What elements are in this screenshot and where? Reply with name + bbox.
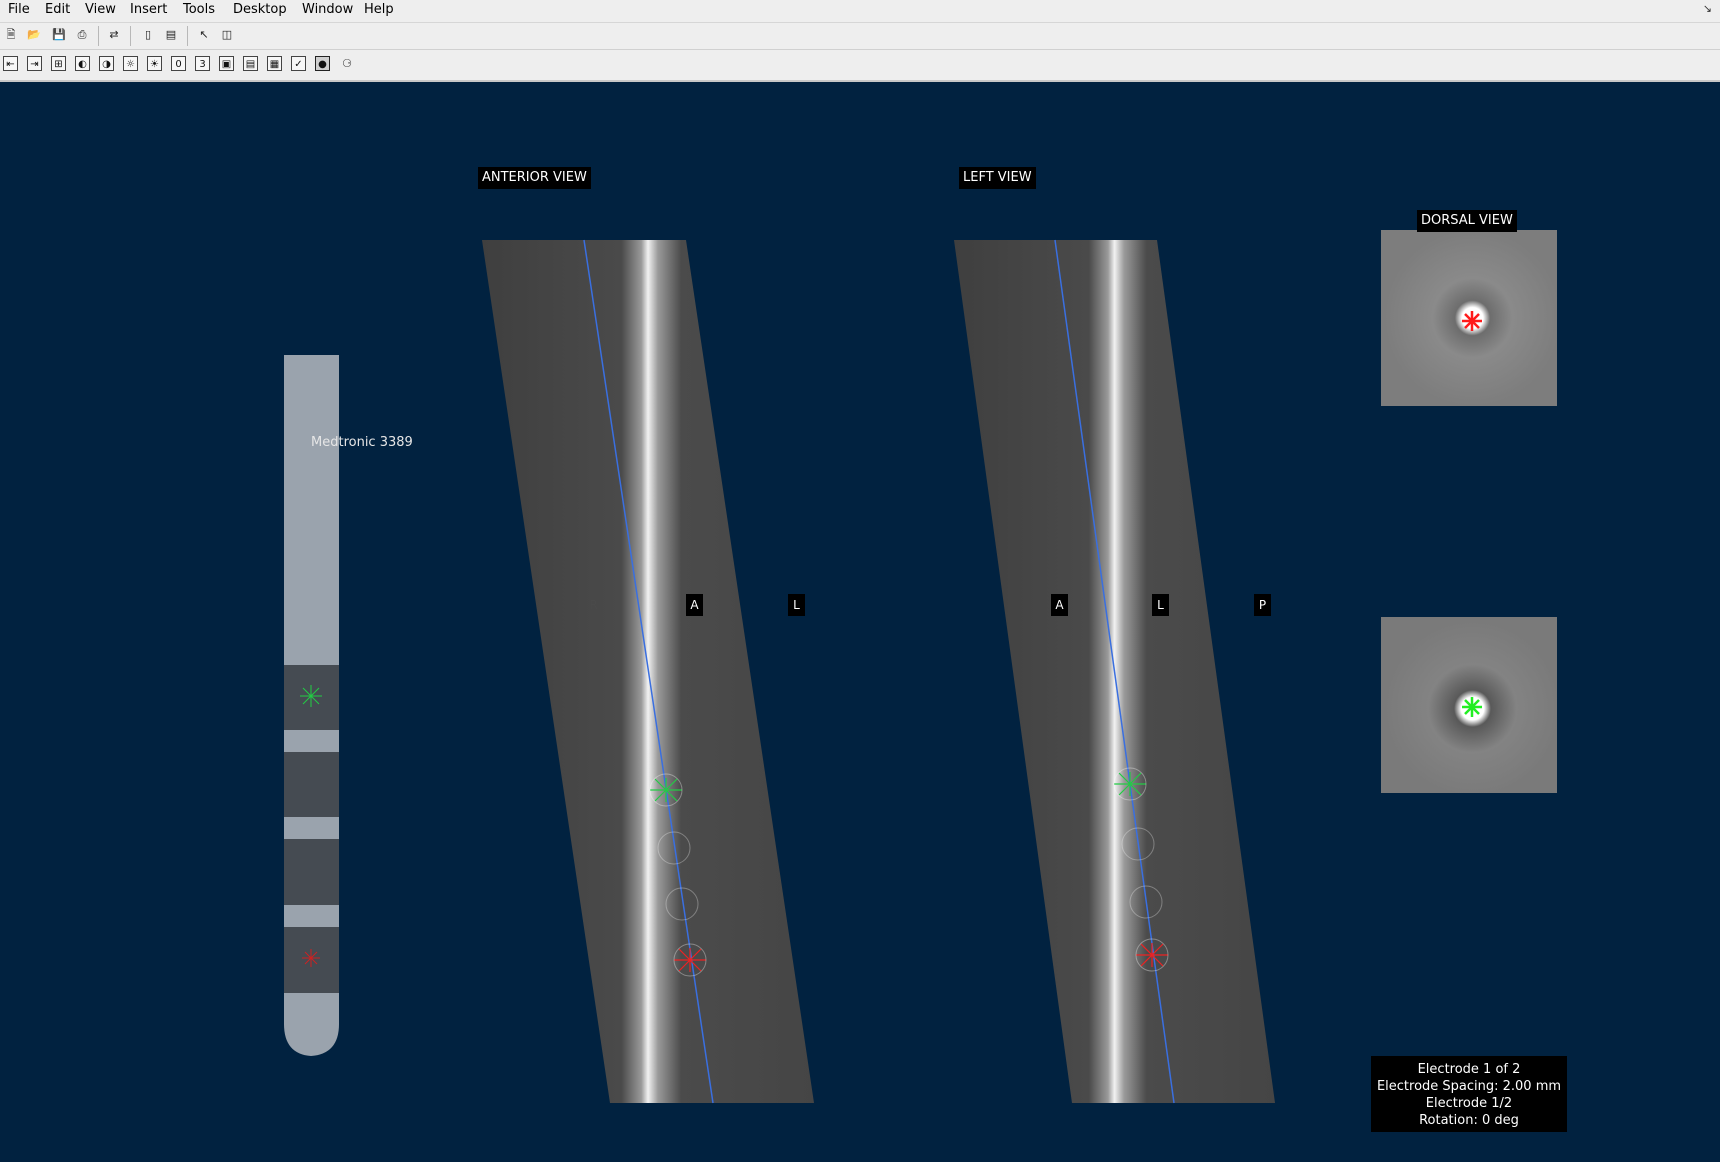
pointer-icon[interactable]: ↖ — [196, 27, 212, 43]
smooth-icon[interactable]: ▦ — [267, 56, 282, 71]
figure-graphics — [284, 230, 1557, 1104]
figure-canvas: ANTERIOR VIEW LEFT VIEW DORSAL VIEW R A … — [0, 82, 1720, 1162]
lead-marker-green — [300, 685, 322, 707]
brightness-down-icon[interactable]: ☀ — [147, 56, 162, 71]
anterior-view-title: ANTERIOR VIEW — [478, 167, 591, 189]
lead-tip — [284, 993, 339, 1056]
binoculars-icon[interactable]: ⚆ — [339, 56, 355, 72]
contrast-icon[interactable]: ◑ — [99, 56, 114, 71]
dorsal-view-title: DORSAL VIEW — [1417, 210, 1517, 232]
legend-icon[interactable]: ▤ — [163, 27, 179, 43]
left-view-title: LEFT VIEW — [959, 167, 1036, 189]
figure-toolbar: 🗎 📂 💾 ⎙ ⇄ ▯ ▤ ↖ ◫ — [0, 23, 1720, 50]
left-view-panel — [954, 239, 1275, 1104]
undock-icon[interactable]: ↘ — [1703, 2, 1712, 15]
menu-file[interactable]: File — [8, 2, 30, 17]
lead-toolbar: ⇤ ⇥ ⊞ ◐ ◑ ☼ ☀ 0 3 ▣ ▤ ▦ ✓ ● ⚆ — [0, 50, 1720, 82]
dorsal-view-top — [1381, 230, 1557, 406]
confirm-check-icon[interactable]: ✓ — [291, 56, 306, 71]
next-electrode-icon[interactable]: ⇥ — [27, 56, 42, 71]
menu-edit[interactable]: Edit — [45, 2, 70, 17]
colorbar-icon[interactable]: ▯ — [140, 27, 156, 43]
rotate-electrode-icon[interactable]: ◐ — [75, 56, 90, 71]
zero-icon[interactable]: 0 — [171, 56, 186, 71]
open-file-icon[interactable]: 📂 — [26, 27, 42, 43]
menu-view[interactable]: View — [85, 2, 116, 17]
electrode-info-box: Electrode 1 of 2 Electrode Spacing: 2.00… — [1371, 1056, 1567, 1132]
save-icon[interactable]: 💾 — [51, 27, 67, 43]
dorsal-view-bottom — [1381, 617, 1557, 793]
anterior-view-panel — [482, 239, 814, 1104]
menu-bar: File Edit View Insert Tools Desktop Wind… — [0, 0, 1720, 23]
ct-icon[interactable]: ▣ — [219, 56, 234, 71]
dorsal-marker-red — [1462, 311, 1482, 331]
menu-tools[interactable]: Tools — [183, 2, 215, 17]
lead-diagram — [284, 355, 339, 1056]
previous-electrode-icon[interactable]: ⇤ — [3, 56, 18, 71]
electrode-count: Electrode 1 of 2 — [1417, 1062, 1521, 1077]
electrode-rotation: Rotation: 0 deg — [1419, 1113, 1519, 1128]
chat-icon[interactable]: ● — [315, 56, 330, 71]
menu-insert[interactable]: Insert — [130, 2, 167, 17]
brightness-up-icon[interactable]: ☼ — [123, 56, 138, 71]
left-orient-posterior-label: P — [1254, 594, 1271, 616]
lead-model-label: Medtronic 3389 — [311, 435, 413, 450]
lead-contact-1 — [284, 752, 339, 817]
new-figure-icon[interactable]: 🗎 — [3, 27, 19, 43]
print-icon[interactable]: ⎙ — [74, 27, 90, 43]
anterior-orient-anterior-label: A — [686, 594, 703, 616]
dorsal-marker-green — [1462, 697, 1482, 717]
electrode-model-icon[interactable]: ⊞ — [51, 56, 66, 71]
electrode-spacing: Electrode Spacing: 2.00 mm — [1376, 1079, 1562, 1094]
link-plot-icon[interactable]: ⇄ — [106, 27, 122, 43]
left-orient-anterior-label: A — [1051, 594, 1068, 616]
menu-help[interactable]: Help — [364, 2, 394, 17]
menu-window[interactable]: Window — [302, 2, 353, 17]
lead-shaft — [284, 355, 339, 665]
three-icon[interactable]: 3 — [195, 56, 210, 71]
mr-icon[interactable]: ▤ — [243, 56, 258, 71]
anterior-orient-right-label: R — [589, 598, 598, 612]
anterior-orient-left-label: L — [788, 594, 805, 616]
menu-desktop[interactable]: Desktop — [233, 2, 287, 17]
property-editor-icon[interactable]: ◫ — [219, 27, 235, 43]
electrode-fraction: Electrode 1/2 — [1425, 1096, 1513, 1111]
left-orient-left-label: L — [1152, 594, 1169, 616]
lead-contact-2 — [284, 839, 339, 905]
